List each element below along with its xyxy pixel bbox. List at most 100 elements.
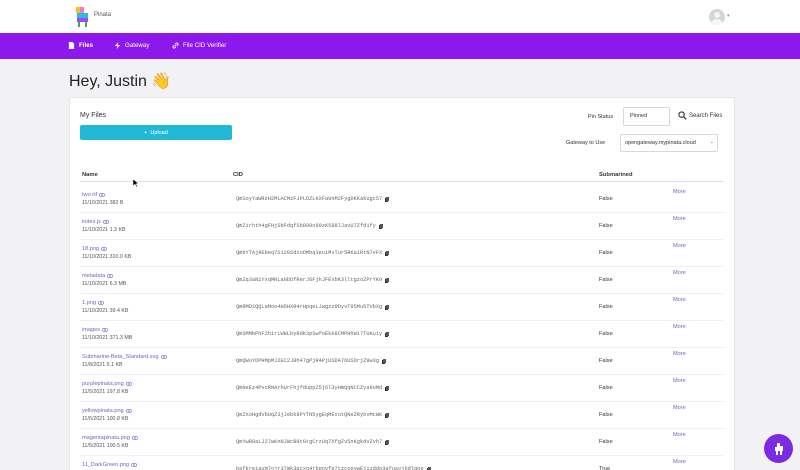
eye-icon[interactable] [160, 355, 167, 359]
cid-value: QmYwR8aLJ27wKnNJWcB9tGtgCrzUq7XfgZv5nKgk… [236, 439, 383, 445]
copy-icon[interactable] [426, 466, 431, 470]
file-icon [68, 42, 75, 49]
pin-status-select[interactable]: Pinned [623, 107, 670, 126]
copy-icon[interactable] [385, 196, 390, 202]
file-size: 6.3 MB [109, 281, 127, 287]
bolt-icon [114, 42, 121, 49]
file-meta: 11/5/2021 100.5 KB [82, 443, 128, 449]
file-meta: 11/10/2021 6.3 MB [82, 281, 126, 287]
copy-icon[interactable] [382, 358, 387, 364]
upload-button[interactable]: + Upload [80, 125, 232, 140]
file-name-link[interactable]: 18.png [82, 246, 108, 252]
file-name-link[interactable]: index.js [82, 219, 109, 225]
file-size: 39.4 KB [109, 308, 129, 314]
file-name: 18.png [82, 246, 100, 252]
file-date: 11/10/2021 [82, 254, 109, 260]
more-button[interactable]: More [673, 459, 686, 465]
table-row: two.rtf 11/10/2021 382 B QmSoyYaWRzH2MLACM… [80, 186, 724, 213]
gateway-label: Gateway to Use [566, 140, 606, 146]
nav-files[interactable]: Files [68, 42, 93, 49]
file-size: 5.1 KB [106, 362, 123, 368]
more-button[interactable]: More [673, 243, 686, 249]
copy-icon[interactable] [385, 250, 390, 256]
table-row: 1.png 11/10/2021 39.4 KB QmRMD2QQLaMoo4HDH… [80, 294, 724, 321]
submarined-status: False [599, 250, 613, 256]
pinata-logo[interactable] [74, 6, 90, 28]
eye-icon[interactable] [98, 301, 104, 305]
eye-icon[interactable] [101, 247, 108, 251]
submarined-status: False [599, 277, 613, 283]
table-row: images 11/10/2021 371.3 MB QmSMMbPhF2h1rLW… [80, 321, 724, 348]
submarined-status: False [599, 385, 613, 391]
file-date: 11/10/2021 [82, 227, 109, 233]
file-date: 11/10/2021 [82, 308, 109, 314]
cid-value: bafkreiavm7ojr37mk3gcxq4rbgovfp7tzcopvwE… [236, 466, 424, 470]
file-cid: QmSMMbPhF2h1rLWHLbyRdK3pSwfoEkK8CMPHhW17… [236, 331, 390, 337]
file-name-link[interactable]: images [82, 327, 109, 333]
more-button[interactable]: More [673, 189, 686, 195]
search-icon[interactable] [678, 111, 687, 120]
top-bar: Pinata ▾ [0, 0, 800, 33]
file-name-link[interactable]: two.rtf [82, 192, 106, 198]
file-name-link[interactable]: purplepinata.png [82, 381, 132, 387]
file-name-link[interactable]: yellowpinata.png [82, 408, 132, 414]
table-row: index.js 11/10/2021 1.3 KB QmZirhth4gFHjSb… [80, 213, 724, 240]
more-button[interactable]: More [673, 324, 686, 330]
cid-value: QmZXoHgdVbUqZ3jJebk8PYTN5ygEqMEVutQNeZRy… [236, 412, 383, 418]
gateway-select[interactable]: opengateway.mypinata.cloud ⌄ [620, 134, 718, 152]
eye-icon[interactable] [125, 382, 132, 386]
nav-files-label: Files [79, 42, 94, 49]
more-button[interactable]: More [673, 378, 686, 384]
chevron-down-icon[interactable]: ▾ [727, 13, 730, 19]
file-name: 1.png [82, 300, 96, 306]
cid-value: QmRMD2QQLaMoo4HDHXR4rHpqeLJwgzz9byvT95Mu… [236, 304, 383, 310]
submarined-status: False [599, 412, 613, 418]
file-meta: 11/10/2021 371.3 MB [82, 335, 132, 341]
eye-icon[interactable] [131, 463, 138, 467]
pin-status-value: Pinned [630, 113, 648, 119]
file-name-link[interactable]: magentapinata.png [82, 435, 138, 441]
file-name-link[interactable]: metadata [82, 273, 114, 279]
submarined-status: True [599, 466, 611, 470]
help-chat-button[interactable] [764, 434, 793, 463]
mouse-cursor-icon [133, 179, 139, 187]
nav-cid-verifier[interactable]: File CID Verifier [172, 42, 226, 49]
more-button[interactable]: More [673, 297, 686, 303]
table-header-divider [80, 181, 724, 182]
eye-icon[interactable] [102, 220, 109, 224]
more-button[interactable]: More [673, 216, 686, 222]
eye-icon[interactable] [99, 193, 106, 197]
copy-icon[interactable] [378, 223, 383, 229]
file-name-link[interactable]: 1.png [82, 300, 104, 306]
file-name: Submarine-Beta_Standard.svg [82, 354, 159, 360]
copy-icon[interactable] [385, 439, 390, 445]
eye-icon[interactable] [107, 274, 114, 278]
nav-cid-verifier-label: File CID Verifier [183, 42, 227, 49]
more-button[interactable]: More [673, 270, 686, 276]
file-name: images [82, 327, 101, 333]
copy-icon[interactable] [385, 304, 390, 310]
eye-icon[interactable] [102, 328, 109, 332]
eye-icon[interactable] [131, 436, 138, 440]
column-header-name: Name [82, 172, 98, 178]
more-button[interactable]: More [673, 351, 686, 357]
copy-icon[interactable] [385, 412, 390, 418]
file-name: purplepinata.png [82, 381, 124, 387]
more-button[interactable]: More [673, 405, 686, 411]
copy-icon[interactable] [385, 277, 390, 283]
user-avatar[interactable] [709, 9, 725, 25]
file-meta: 11/10/2021 1.3 KB [82, 227, 126, 233]
eye-icon[interactable] [125, 409, 132, 413]
copy-icon[interactable] [385, 331, 390, 337]
file-name-link[interactable]: 11_DarkGreen.png [82, 462, 138, 468]
submarined-status: False [599, 439, 613, 445]
files-title: My Files [80, 112, 107, 119]
pinata-mascot-icon [774, 442, 783, 455]
more-button[interactable]: More [673, 432, 686, 438]
nav-gateway[interactable]: Gateway [114, 42, 149, 49]
upload-label: Upload [150, 129, 168, 136]
submarined-status: False [599, 358, 613, 364]
search-files-button[interactable]: Search Files [689, 113, 722, 119]
file-name-link[interactable]: Submarine-Beta_Standard.svg [82, 354, 167, 360]
copy-icon[interactable] [385, 385, 390, 391]
